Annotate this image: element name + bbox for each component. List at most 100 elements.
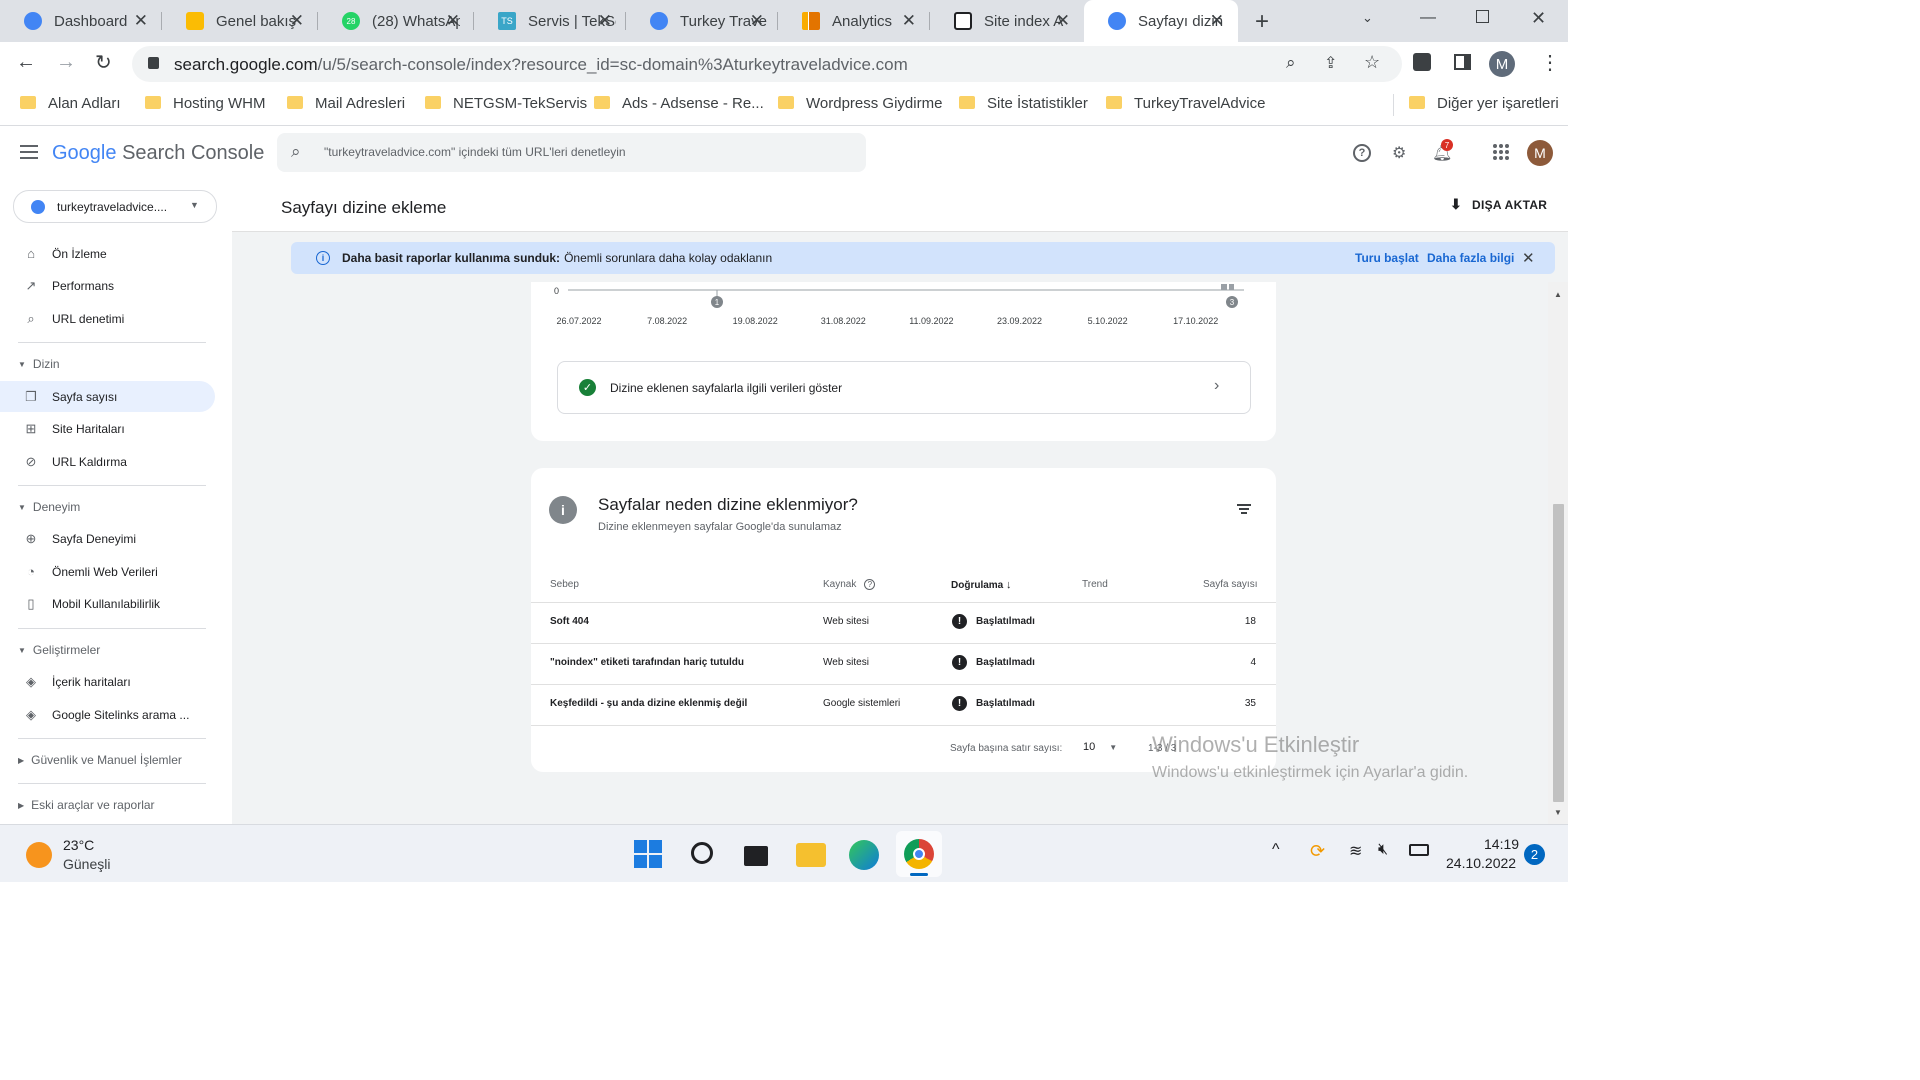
column-header-reason[interactable]: Sebep — [550, 579, 579, 590]
close-tab-icon[interactable]: ✕ — [1210, 11, 1224, 31]
sidebar-item-performance[interactable]: ↗ Performans — [0, 270, 215, 301]
wifi-icon[interactable]: ≋ — [1349, 841, 1362, 861]
settings-user-icon[interactable]: ⚙ — [1392, 143, 1406, 163]
close-tab-icon[interactable]: ✕ — [750, 11, 764, 31]
bookmark-folder[interactable]: Wordpress Giydirme — [778, 95, 942, 112]
sidebar-item-removals[interactable]: ⊘ URL Kaldırma — [0, 446, 215, 477]
back-button[interactable]: ← — [16, 51, 36, 74]
other-bookmarks[interactable]: Diğer yer işaretleri — [1409, 95, 1559, 112]
hamburger-menu-icon[interactable] — [20, 145, 38, 159]
bookmark-folder[interactable]: Ads - Adsense - Re... — [594, 95, 764, 112]
share-icon[interactable]: ⇪ — [1324, 53, 1337, 73]
browser-tab[interactable]: Turkey Travel ✕ — [626, 0, 778, 42]
browser-menu-icon[interactable]: ⋮ — [1540, 50, 1560, 75]
bookmark-folder[interactable]: Hosting WHM — [145, 95, 266, 112]
sidebar-item-mobile-usability[interactable]: ▯ Mobil Kullanılabilirlik — [0, 588, 215, 619]
column-header-trend[interactable]: Trend — [1082, 579, 1108, 590]
sidebar-item-url-inspection[interactable]: ⌕ URL denetimi — [0, 303, 215, 334]
scroll-down-arrow-icon[interactable]: ▼ — [1554, 808, 1562, 817]
notification-center-badge[interactable]: 2 — [1524, 844, 1545, 865]
bookmark-folder[interactable]: NETGSM-TekServis — [425, 95, 587, 112]
table-row[interactable]: Soft 404 Web sitesi ! Başlatılmadı 18 — [531, 602, 1276, 643]
forward-button[interactable]: → — [56, 51, 76, 74]
taskbar-search-icon[interactable] — [691, 842, 713, 864]
section-index-toggle[interactable]: ▼ Dizin — [18, 357, 60, 371]
account-avatar[interactable]: M — [1527, 140, 1553, 166]
help-icon[interactable]: ? — [864, 579, 876, 590]
start-tour-link[interactable]: Turu başlat — [1355, 251, 1419, 265]
close-tab-icon[interactable]: ✕ — [134, 11, 148, 31]
table-row[interactable]: Keşfedildi - şu anda dizine eklenmiş değ… — [531, 684, 1276, 725]
bookmark-folder[interactable]: Site İstatistikler — [959, 95, 1088, 112]
rows-per-page-select[interactable]: 10 ▼ — [1083, 741, 1117, 753]
close-tab-icon[interactable]: ✕ — [902, 11, 916, 31]
zoom-icon[interactable]: ⌕ — [1286, 53, 1296, 73]
bookmark-star-icon[interactable]: ☆ — [1364, 52, 1380, 73]
help-icon[interactable]: ? — [1353, 144, 1371, 162]
edge-browser-icon[interactable] — [849, 840, 879, 870]
windows-start-icon[interactable] — [634, 840, 662, 868]
battery-charging-icon[interactable] — [1409, 844, 1429, 856]
bookmark-folder[interactable]: TurkeyTravelAdvice — [1106, 95, 1265, 112]
scrollbar-track[interactable]: ▲ ▼ — [1548, 282, 1568, 824]
clock-time[interactable]: 14:19 — [1484, 836, 1519, 852]
file-explorer-icon[interactable] — [796, 843, 826, 867]
sidebar-item-overview[interactable]: ⌂ Ön İzleme — [0, 238, 215, 269]
clock-date[interactable]: 24.10.2022 — [1446, 855, 1516, 871]
table-row[interactable]: "noindex" etiketi tarafından hariç tutul… — [531, 643, 1276, 684]
volume-muted-icon[interactable]: 🔇︎ — [1378, 841, 1388, 859]
bookmark-folder[interactable]: Mail Adresleri — [287, 95, 405, 112]
new-tab-button[interactable]: + — [1255, 8, 1269, 36]
address-bar[interactable]: search.google.com/u/5/search-console/ind… — [132, 46, 1402, 82]
side-panel-icon[interactable] — [1454, 54, 1471, 70]
close-banner-icon[interactable]: ✕ — [1522, 249, 1535, 267]
section-security-toggle[interactable]: ▶ Güvenlik ve Manuel İşlemler — [18, 753, 182, 767]
bookmark-folder[interactable]: Alan Adları — [20, 95, 121, 112]
section-enhancements-toggle[interactable]: ▼ Geliştirmeler — [18, 643, 100, 657]
profile-avatar[interactable]: M — [1489, 51, 1515, 77]
sync-icon[interactable]: ⟳ — [1310, 841, 1325, 862]
scroll-up-arrow-icon[interactable]: ▲ — [1554, 290, 1562, 299]
close-tab-icon[interactable]: ✕ — [446, 11, 460, 31]
show-hidden-icons-chevron-icon[interactable]: ^ — [1272, 841, 1280, 859]
url-inspection-search[interactable]: ⌕ "turkeytraveladvice.com" içindeki tüm … — [277, 133, 866, 172]
browser-tab[interactable]: Dashboard ✕ — [0, 0, 162, 42]
export-button[interactable]: ⬇ DIŞA AKTAR — [1450, 196, 1547, 213]
filter-icon[interactable] — [1237, 504, 1251, 514]
scrollbar-thumb[interactable] — [1553, 504, 1564, 802]
sidebar-item-breadcrumbs[interactable]: ◈ İçerik haritaları — [0, 666, 215, 697]
extensions-icon[interactable] — [1413, 53, 1431, 71]
close-window-button[interactable]: ✕ — [1531, 8, 1546, 29]
column-header-pages[interactable]: Sayfa sayısı — [1203, 579, 1257, 590]
minimize-button[interactable]: — — [1420, 9, 1436, 27]
property-selector[interactable]: turkeytraveladvice.... ▼ — [13, 190, 217, 223]
weather-condition[interactable]: Güneşli — [63, 856, 110, 872]
restore-button[interactable] — [1476, 10, 1489, 23]
chrome-taskbar-active[interactable] — [896, 831, 942, 877]
tab-search-chevron-icon[interactable]: ⌄ — [1362, 10, 1373, 26]
browser-tab[interactable]: Genel bakış ✕ — [162, 0, 318, 42]
close-tab-icon[interactable]: ✕ — [1056, 11, 1070, 31]
column-header-validation[interactable]: Doğrulama ↓ — [951, 579, 1012, 591]
learn-more-link[interactable]: Daha fazla bilgi — [1427, 251, 1514, 265]
app-logo[interactable]: Google Search Console — [52, 142, 264, 165]
section-legacy-toggle[interactable]: ▶ Eski araçlar ve raporlar — [18, 798, 155, 812]
apps-grid-icon[interactable] — [1493, 144, 1509, 160]
sidebar-item-core-web-vitals[interactable]: ◔ Önemli Web Verileri — [0, 556, 215, 587]
browser-tab[interactable]: TS Servis | TekServis ✕ — [474, 0, 626, 42]
close-tab-icon[interactable]: ✕ — [598, 11, 612, 31]
column-header-source[interactable]: Kaynak? — [823, 579, 876, 590]
close-tab-icon[interactable]: ✕ — [290, 11, 304, 31]
sun-weather-icon[interactable] — [26, 842, 52, 868]
sidebar-item-page-experience[interactable]: ⊕ Sayfa Deneyimi — [0, 523, 215, 554]
browser-tab[interactable]: 28 (28) WhatsApp ✕ — [318, 0, 474, 42]
browser-tab[interactable]: Analytics ✕ — [778, 0, 930, 42]
sidebar-item-sitemaps[interactable]: ⊞ Site Haritaları — [0, 413, 215, 444]
indexed-pages-link-row[interactable]: ✓ Dizine eklenen sayfalarla ilgili veril… — [557, 361, 1251, 414]
sidebar-item-pages[interactable]: ❐ Sayfa sayısı — [0, 381, 215, 412]
reload-button[interactable]: ↻ — [95, 50, 112, 75]
weather-temperature[interactable]: 23°C — [63, 837, 94, 853]
sidebar-item-sitelinks-search[interactable]: ◈ Google Sitelinks arama ... — [0, 699, 215, 730]
section-experience-toggle[interactable]: ▼ Deneyim — [18, 500, 80, 514]
browser-tab[interactable]: Site index A ✕ — [930, 0, 1084, 42]
